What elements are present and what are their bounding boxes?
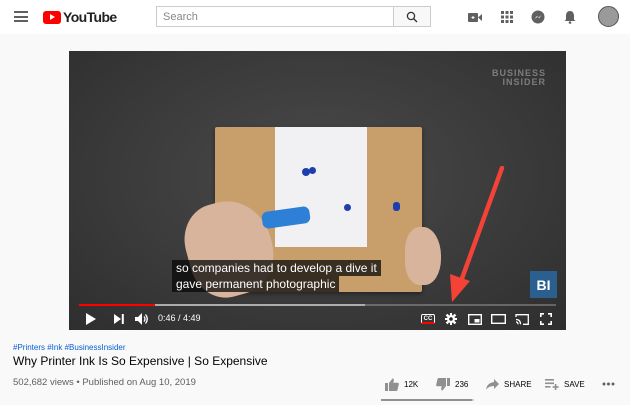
- cc-label: CC: [421, 314, 435, 324]
- youtube-play-logo-icon: [43, 10, 61, 24]
- search-input[interactable]: [156, 6, 393, 27]
- progress-played: [79, 304, 155, 306]
- volume-icon[interactable]: [134, 311, 150, 327]
- channel-watermark: BUSINESS INSIDER: [486, 69, 546, 87]
- video-title: Why Printer Ink Is So Expensive | So Exp…: [13, 354, 268, 368]
- captions-icon[interactable]: CC: [420, 311, 436, 327]
- ink-drop: [344, 204, 351, 211]
- play-icon[interactable]: [83, 311, 99, 327]
- like-ratio-fill: [381, 399, 473, 401]
- fullscreen-icon[interactable]: [538, 311, 554, 327]
- next-icon[interactable]: [111, 311, 127, 327]
- dislike-button[interactable]: 236: [436, 375, 468, 393]
- search-bar: [156, 6, 431, 27]
- notifications-bell-icon[interactable]: [562, 9, 578, 25]
- captions-overlay: so companies had to develop a dive it ga…: [172, 260, 381, 292]
- video-hashtags[interactable]: #Printers #Ink #BusinessInsider: [13, 343, 126, 352]
- share-label: SHARE: [504, 379, 532, 389]
- progress-bar[interactable]: [79, 304, 556, 306]
- ink-drop: [309, 167, 316, 174]
- channel-badge[interactable]: BI: [530, 271, 557, 298]
- save-button[interactable]: SAVE: [545, 375, 585, 393]
- theater-mode-icon[interactable]: [490, 311, 506, 327]
- like-dislike-ratio-bar: [381, 399, 474, 401]
- share-button[interactable]: SHARE: [486, 375, 532, 393]
- search-button[interactable]: [393, 6, 431, 27]
- save-label: SAVE: [564, 379, 585, 389]
- account-avatar[interactable]: [598, 6, 619, 27]
- thumbs-up-icon: [385, 378, 399, 391]
- create-video-icon[interactable]: [467, 9, 483, 25]
- time-display: 0:46 / 4:49: [158, 313, 201, 323]
- share-arrow-icon: [486, 378, 499, 389]
- messages-icon[interactable]: [530, 9, 546, 25]
- miniplayer-icon[interactable]: [467, 311, 483, 327]
- like-count: 12K: [404, 379, 419, 389]
- watermark-line-2: INSIDER: [502, 77, 546, 87]
- view-count-and-date: 502,682 views • Published on Aug 10, 201…: [13, 377, 196, 388]
- apps-grid-icon[interactable]: [499, 9, 515, 25]
- video-hand-right: [405, 227, 441, 285]
- settings-icon[interactable]: [443, 311, 459, 327]
- thumbs-down-icon: [436, 377, 450, 390]
- like-button[interactable]: 12K: [385, 375, 418, 393]
- more-horizontal-icon: [602, 382, 615, 386]
- caption-line: so companies had to develop a dive it: [172, 260, 381, 276]
- search-icon: [406, 11, 418, 22]
- logo-text: YouTube: [63, 9, 117, 25]
- masthead: YouTube: [0, 0, 630, 34]
- caption-line: gave permanent photographic: [172, 276, 340, 292]
- cast-icon[interactable]: [514, 311, 530, 327]
- video-player[interactable]: BUSINESS INSIDER BI so companies had to …: [69, 51, 566, 330]
- add-to-playlist-icon: [545, 378, 559, 390]
- more-actions-button[interactable]: [602, 375, 615, 393]
- video-paper-sheet: [275, 127, 367, 247]
- player-controls: 0:46 / 4:49 CC: [69, 308, 566, 330]
- youtube-logo[interactable]: YouTube: [43, 9, 117, 25]
- menu-icon[interactable]: [14, 11, 28, 22]
- ink-drop: [393, 202, 400, 211]
- dislike-count: 236: [455, 379, 469, 389]
